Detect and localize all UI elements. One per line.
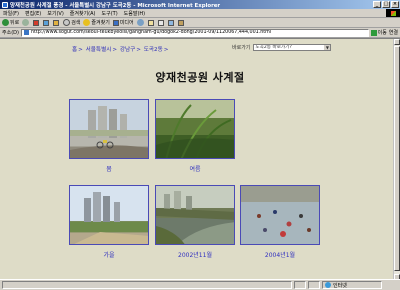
menu-edit[interactable]: 편집(E) xyxy=(22,10,44,17)
back-arrow-icon xyxy=(2,19,9,26)
address-input[interactable]: http://www.sogut.com/seoul-teukbyeolsi/g… xyxy=(20,28,369,37)
photo-spring[interactable] xyxy=(69,99,149,159)
breadcrumb-separator: > xyxy=(136,47,141,53)
chevron-down-icon: ▼ xyxy=(324,45,331,50)
go-button[interactable]: 이동 xyxy=(370,29,387,36)
minimize-button[interactable]: _ xyxy=(373,1,381,8)
breadcrumb-seoul[interactable]: 서울특별시 xyxy=(86,47,112,53)
caption-spring[interactable]: 봄 xyxy=(69,164,149,173)
page-content: 홈> 서울특별시> 강남구> 도곡2동> 바로가기 도곡2동 바로가기? ▼ 양… xyxy=(0,38,400,280)
go-arrow-icon xyxy=(370,29,377,36)
stop-icon xyxy=(33,19,40,26)
security-zone: 인터넷 xyxy=(322,281,382,289)
links-button[interactable]: 연결 xyxy=(389,29,398,36)
globe-icon xyxy=(325,282,331,288)
summer-grass-image xyxy=(156,100,234,158)
print-button[interactable] xyxy=(157,19,165,26)
search-icon xyxy=(63,19,71,26)
stop-button[interactable] xyxy=(33,19,40,26)
photo-2004-jan[interactable] xyxy=(240,185,320,245)
spring-apartments-image xyxy=(70,106,148,158)
ie-icon xyxy=(2,1,8,8)
refresh-button[interactable] xyxy=(43,19,50,26)
mail-icon xyxy=(147,19,154,26)
scroll-up-button[interactable] xyxy=(394,39,400,45)
status-pane xyxy=(294,281,306,289)
media-icon xyxy=(112,19,119,26)
print-icon xyxy=(157,19,164,26)
favorites-button[interactable]: 즐겨찾기 xyxy=(83,19,110,26)
media-button[interactable]: 미디어 xyxy=(112,19,134,26)
breadcrumb: 홈> 서울특별시> 강남구> 도곡2동> xyxy=(72,45,169,53)
maximize-button[interactable]: □ xyxy=(382,1,390,8)
menu-favorites[interactable]: 즐겨찾기(A) xyxy=(67,10,99,17)
discuss-icon xyxy=(177,19,184,26)
page-icon xyxy=(23,30,29,35)
address-bar: 주소(D) http://www.sogut.com/seoul-teukbye… xyxy=(0,28,400,38)
refresh-icon xyxy=(43,19,50,26)
back-button[interactable]: 뒤로 xyxy=(2,19,19,26)
menu-file[interactable]: 파일(F) xyxy=(0,10,22,17)
discuss-button[interactable] xyxy=(177,19,185,26)
goto-select[interactable]: 도곡2동 바로가기? ▼ xyxy=(253,44,332,51)
goto-selected: 도곡2동 바로가기? xyxy=(255,45,292,50)
star-icon xyxy=(83,19,91,26)
breadcrumb-separator: > xyxy=(112,47,118,53)
home-icon xyxy=(53,19,60,26)
window-title: 양재천공원 사계절 풍경 - 서울특별시 강남구 도곡2동 - Microsof… xyxy=(10,2,221,9)
home-button[interactable] xyxy=(53,19,60,26)
breadcrumb-dogok2[interactable]: 도곡2동 xyxy=(144,47,163,53)
river-view-image xyxy=(156,191,234,244)
menu-bar: 파일(F) 편집(E) 보기(V) 즐겨찾기(A) 도구(T) 도움말(H) xyxy=(0,9,400,18)
page-title: 양재천공원 사계절 xyxy=(155,71,245,84)
search-button[interactable]: 검색 xyxy=(63,19,80,26)
caption-2004-jan[interactable]: 2004년1월 xyxy=(240,250,320,259)
breadcrumb-gangnam[interactable]: 강남구 xyxy=(120,47,135,53)
media-label: 미디어 xyxy=(119,20,134,26)
frozen-stream-image xyxy=(241,186,319,244)
caption-2002-nov[interactable]: 2002년11월 xyxy=(155,250,235,259)
windows-logo-icon xyxy=(386,9,400,17)
zone-label: 인터넷 xyxy=(333,282,347,289)
caption-summer[interactable]: 여름 xyxy=(155,164,235,173)
breadcrumb-separator: > xyxy=(163,47,169,53)
status-bar: 인터넷 xyxy=(0,279,400,290)
address-url: http://www.sogut.com/seoul-teukbyeolsi/g… xyxy=(30,29,272,35)
favorites-label: 즐겨찾기 xyxy=(91,20,110,26)
forward-arrow-icon xyxy=(22,19,30,26)
goto-label: 바로가기 xyxy=(232,45,251,51)
standard-toolbar: 뒤로 검색 즐겨찾기 미디어 xyxy=(0,18,400,28)
address-label: 주소(D) xyxy=(2,30,19,36)
breadcrumb-home[interactable]: 홈 xyxy=(72,47,77,53)
goto-control: 바로가기 도곡2동 바로가기? ▼ xyxy=(232,44,332,51)
breadcrumb-separator: > xyxy=(78,47,83,53)
menu-help[interactable]: 도움말(H) xyxy=(121,10,148,17)
vertical-scrollbar[interactable] xyxy=(393,39,400,280)
menu-view[interactable]: 보기(V) xyxy=(44,10,67,17)
scroll-thumb[interactable] xyxy=(394,46,400,271)
caption-autumn[interactable]: 가을 xyxy=(69,250,149,259)
edit-icon xyxy=(167,19,174,26)
autumn-towers-image xyxy=(70,192,148,244)
photo-2002-nov[interactable] xyxy=(155,185,235,245)
close-button[interactable]: × xyxy=(391,1,399,8)
back-label: 뒤로 xyxy=(10,20,20,26)
menu-tools[interactable]: 도구(T) xyxy=(99,10,121,17)
go-label: 이동 xyxy=(377,30,387,36)
window-titlebar: 양재천공원 사계절 풍경 - 서울특별시 강남구 도곡2동 - Microsof… xyxy=(0,0,400,9)
forward-button[interactable] xyxy=(22,19,30,26)
photo-autumn[interactable] xyxy=(69,185,149,245)
status-pane xyxy=(308,281,320,289)
history-button[interactable] xyxy=(136,19,145,26)
status-text xyxy=(2,281,292,289)
search-label: 검색 xyxy=(71,20,81,26)
photo-summer[interactable] xyxy=(155,99,235,159)
edit-button[interactable] xyxy=(167,19,175,26)
history-icon xyxy=(136,19,144,26)
mail-button[interactable] xyxy=(147,19,155,26)
